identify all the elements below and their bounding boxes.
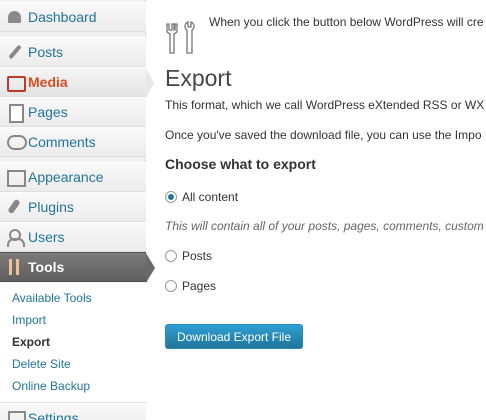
menu-label: Tools [28,259,65,275]
radio-button[interactable] [165,250,177,262]
users-icon [6,228,25,247]
menu-label: Appearance [28,169,104,185]
menu-item-pages[interactable]: Pages [0,97,146,127]
menu-item-dashboard[interactable]: Dashboard [0,2,146,32]
tools-icon [6,258,24,276]
menu-item-settings[interactable]: Settings [0,403,146,420]
submenu-online-backup[interactable]: Online Backup [12,379,90,393]
intro-text: When you click the button below WordPres… [209,15,484,29]
submenu-available-tools[interactable]: Available Tools [12,291,92,305]
dashboard-icon [6,8,24,26]
submenu-import[interactable]: Import [12,313,46,327]
menu-label: Plugins [28,199,74,215]
pages-icon [6,103,24,123]
option-label: All content [182,190,239,204]
media-icon [6,73,26,92]
menu-label: Pages [28,104,68,120]
menu-item-posts[interactable]: Posts [0,37,146,67]
menu-label: Posts [28,44,64,60]
menu-item-tools[interactable]: Tools [0,252,155,283]
tools-large-icon [166,21,195,54]
import-instructions: Once you've saved the download file, you… [165,128,482,142]
menu-label: Settings [28,410,79,420]
format-description: This format, which we call WordPress eXt… [165,98,485,112]
menu-item-media[interactable]: Media [0,67,154,98]
option-label: Posts [182,249,213,263]
plugins-icon [6,198,24,216]
section-heading: Choose what to export [165,156,316,172]
option-description: This will contain all of your posts, pag… [165,219,484,233]
menu-item-comments[interactable]: Comments [0,127,146,157]
radio-button[interactable] [165,280,177,292]
option-label: Pages [182,279,217,293]
settings-icon [6,409,26,420]
tools-submenu: Available Tools Import Export Delete Sit… [0,283,146,403]
posts-icon [6,43,24,61]
submenu-export[interactable]: Export [12,335,50,349]
page-title: Export [165,65,232,91]
comments-icon [6,133,27,151]
menu-label: Media [28,74,68,90]
option-posts[interactable]: Posts [165,249,212,263]
appearance-icon [6,168,26,187]
download-export-button[interactable]: Download Export File [165,324,303,349]
radio-button[interactable] [165,191,177,203]
main-content: When you click the button below WordPres… [146,0,486,420]
option-all-content[interactable]: All content [165,190,238,204]
option-pages[interactable]: Pages [165,279,216,293]
menu-label: Dashboard [28,9,97,25]
menu-label: Comments [28,134,96,150]
menu-item-users[interactable]: Users [0,222,146,252]
menu-item-appearance[interactable]: Appearance [0,162,146,192]
admin-sidebar: Dashboard Posts Media Pages Comments App… [0,0,155,420]
menu-item-plugins[interactable]: Plugins [0,192,146,222]
menu-label: Users [28,229,65,245]
submenu-delete-site[interactable]: Delete Site [12,357,71,371]
